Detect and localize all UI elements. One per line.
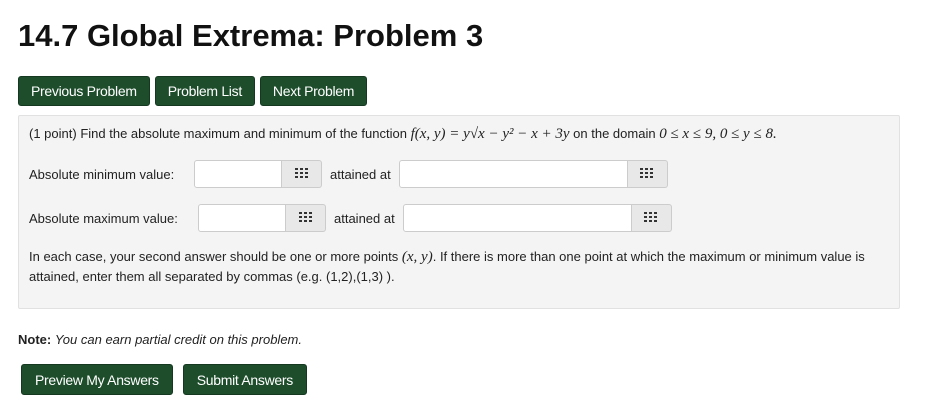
points-label: (1 point) (29, 126, 77, 141)
previous-problem-button[interactable]: Previous Problem (18, 76, 150, 106)
min-points-equation-editor-button[interactable] (627, 160, 668, 188)
note-label: Note: (18, 332, 52, 347)
statement-domain-text: on the domain (573, 126, 656, 141)
page-title: 14.7 Global Extrema: Problem 3 (18, 18, 484, 53)
grid-icon (294, 168, 308, 178)
min-value-label: Absolute minimum value: (29, 166, 175, 182)
minimum-row: Absolute minimum value: attained at (29, 160, 668, 188)
min-points-input[interactable] (398, 160, 628, 188)
submit-answers-button[interactable]: Submit Answers (182, 364, 307, 395)
domain-expression: 0 ≤ x ≤ 9, 0 ≤ y ≤ 8. (659, 126, 777, 142)
grid-icon (298, 212, 312, 222)
problem-nav: Previous Problem Problem List Next Probl… (18, 76, 368, 106)
note-text: You can earn partial credit on this prob… (54, 332, 302, 347)
max-value-equation-editor-button[interactable] (286, 204, 326, 232)
min-value-equation-editor-button[interactable] (282, 160, 322, 188)
point-notation: (x, y) (401, 249, 433, 265)
max-attained-label: attained at (334, 210, 395, 226)
max-points-equation-editor-button[interactable] (631, 204, 672, 232)
grid-icon (644, 212, 658, 222)
statement-text: Find the absolute maximum and minimum of… (80, 126, 407, 141)
answer-instructions: In each case, your second answer should … (29, 247, 891, 286)
min-value-input[interactable] (194, 160, 282, 188)
function-expression: f(x, y) = y√x − y² − x + 3y (410, 126, 570, 142)
submit-bar: Preview My Answers Submit Answers (21, 364, 307, 395)
maximum-row: Absolute maximum value: attained at (29, 204, 672, 232)
max-value-input[interactable] (198, 204, 286, 232)
grid-icon (640, 168, 654, 178)
problem-statement: (1 point) Find the absolute maximum and … (29, 126, 777, 143)
problem-list-button[interactable]: Problem List (154, 76, 255, 106)
partial-credit-note: Note: You can earn partial credit on thi… (18, 332, 302, 347)
max-points-input[interactable] (402, 204, 632, 232)
min-attained-label: attained at (330, 166, 391, 182)
max-value-label: Absolute maximum value: (29, 210, 178, 226)
preview-answers-button[interactable]: Preview My Answers (21, 364, 173, 395)
next-problem-button[interactable]: Next Problem (259, 76, 368, 106)
instructions-text-pre: In each case, your second answer should … (29, 249, 399, 264)
problem-panel: (1 point) Find the absolute maximum and … (18, 115, 900, 309)
